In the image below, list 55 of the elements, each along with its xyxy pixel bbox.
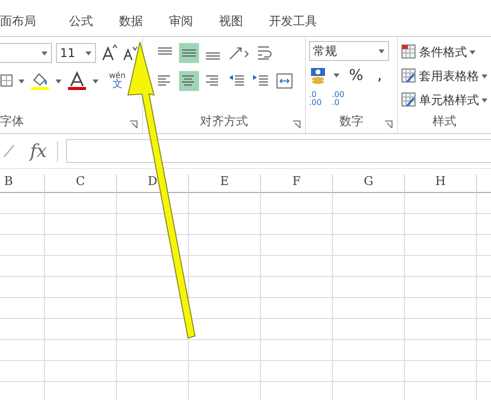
dialog-launcher-icon[interactable] — [292, 120, 301, 129]
ribbon-tab[interactable]: 审阅 — [169, 13, 205, 30]
caret-icon[interactable] — [55, 78, 62, 84]
align-button[interactable] — [179, 43, 199, 63]
caret-icon[interactable] — [85, 50, 92, 56]
fill-color-icon[interactable] — [29, 71, 51, 91]
align-button[interactable] — [179, 71, 199, 91]
table-style-icon[interactable] — [401, 92, 417, 108]
caret-icon[interactable] — [481, 74, 488, 78]
group-label: 字体 — [0, 113, 24, 130]
insert-function-button[interactable]: fx — [20, 140, 58, 162]
decrease-decimal-button[interactable]: .00 .0 — [332, 91, 344, 107]
column-header[interactable]: F — [261, 174, 333, 193]
merge-cells-icon[interactable] — [275, 71, 295, 91]
caret-icon[interactable] — [378, 48, 385, 54]
grow-font-icon[interactable] — [100, 44, 118, 62]
font-size-combo[interactable]: 11 — [56, 43, 96, 63]
group-label: 对齐方式 — [200, 113, 248, 130]
ribbon-tab[interactable]: 面布局 — [0, 13, 48, 30]
group-label: 样式 — [432, 113, 456, 130]
increase-decimal-button[interactable]: .0 .00 — [309, 91, 322, 107]
column-header[interactable]: E — [189, 174, 261, 193]
ribbon-tab[interactable]: 开发工具 — [269, 13, 329, 30]
caret-icon[interactable] — [18, 78, 25, 84]
style-menu-button[interactable]: 套用表格格 — [419, 68, 479, 84]
dialog-launcher-icon[interactable] — [129, 120, 138, 129]
border-icon[interactable] — [0, 73, 14, 89]
table-style-icon[interactable] — [401, 68, 417, 84]
percent-button[interactable]: % — [344, 66, 368, 84]
number-format-value: 常规 — [313, 42, 337, 60]
caret-icon[interactable] — [481, 98, 488, 102]
caret-icon[interactable] — [333, 72, 340, 78]
ribbon-tab[interactable]: 数据 — [119, 13, 155, 30]
font-color-icon[interactable] — [66, 71, 88, 91]
caret-icon[interactable] — [469, 50, 476, 54]
style-menu-button[interactable]: 单元格样式 — [419, 92, 479, 108]
cell-grid[interactable] — [0, 193, 491, 400]
ribbon-tab[interactable]: 公式 — [69, 13, 105, 30]
comma-button[interactable]: , — [372, 66, 388, 84]
caret-icon[interactable] — [41, 50, 48, 56]
number-format-combo[interactable]: 常规 — [309, 41, 389, 61]
column-header[interactable]: C — [45, 174, 117, 193]
formula-input-field[interactable] — [66, 139, 491, 163]
caret-icon[interactable] — [92, 78, 99, 84]
font-size-value: 11 — [60, 46, 76, 60]
phonetic-button[interactable]: wén 文 — [109, 72, 126, 90]
shrink-font-icon[interactable] — [122, 44, 138, 62]
column-header[interactable]: H — [405, 174, 477, 193]
dialog-launcher-icon[interactable] — [384, 120, 393, 129]
style-menu-button[interactable]: 条件格式 — [419, 44, 467, 60]
group-label: 数字 — [340, 113, 364, 130]
ribbon-tab[interactable]: 视图 — [219, 13, 255, 30]
column-header[interactable]: B — [0, 174, 45, 193]
column-header[interactable]: G — [333, 174, 405, 193]
conditional-format-icon[interactable] — [401, 44, 417, 60]
